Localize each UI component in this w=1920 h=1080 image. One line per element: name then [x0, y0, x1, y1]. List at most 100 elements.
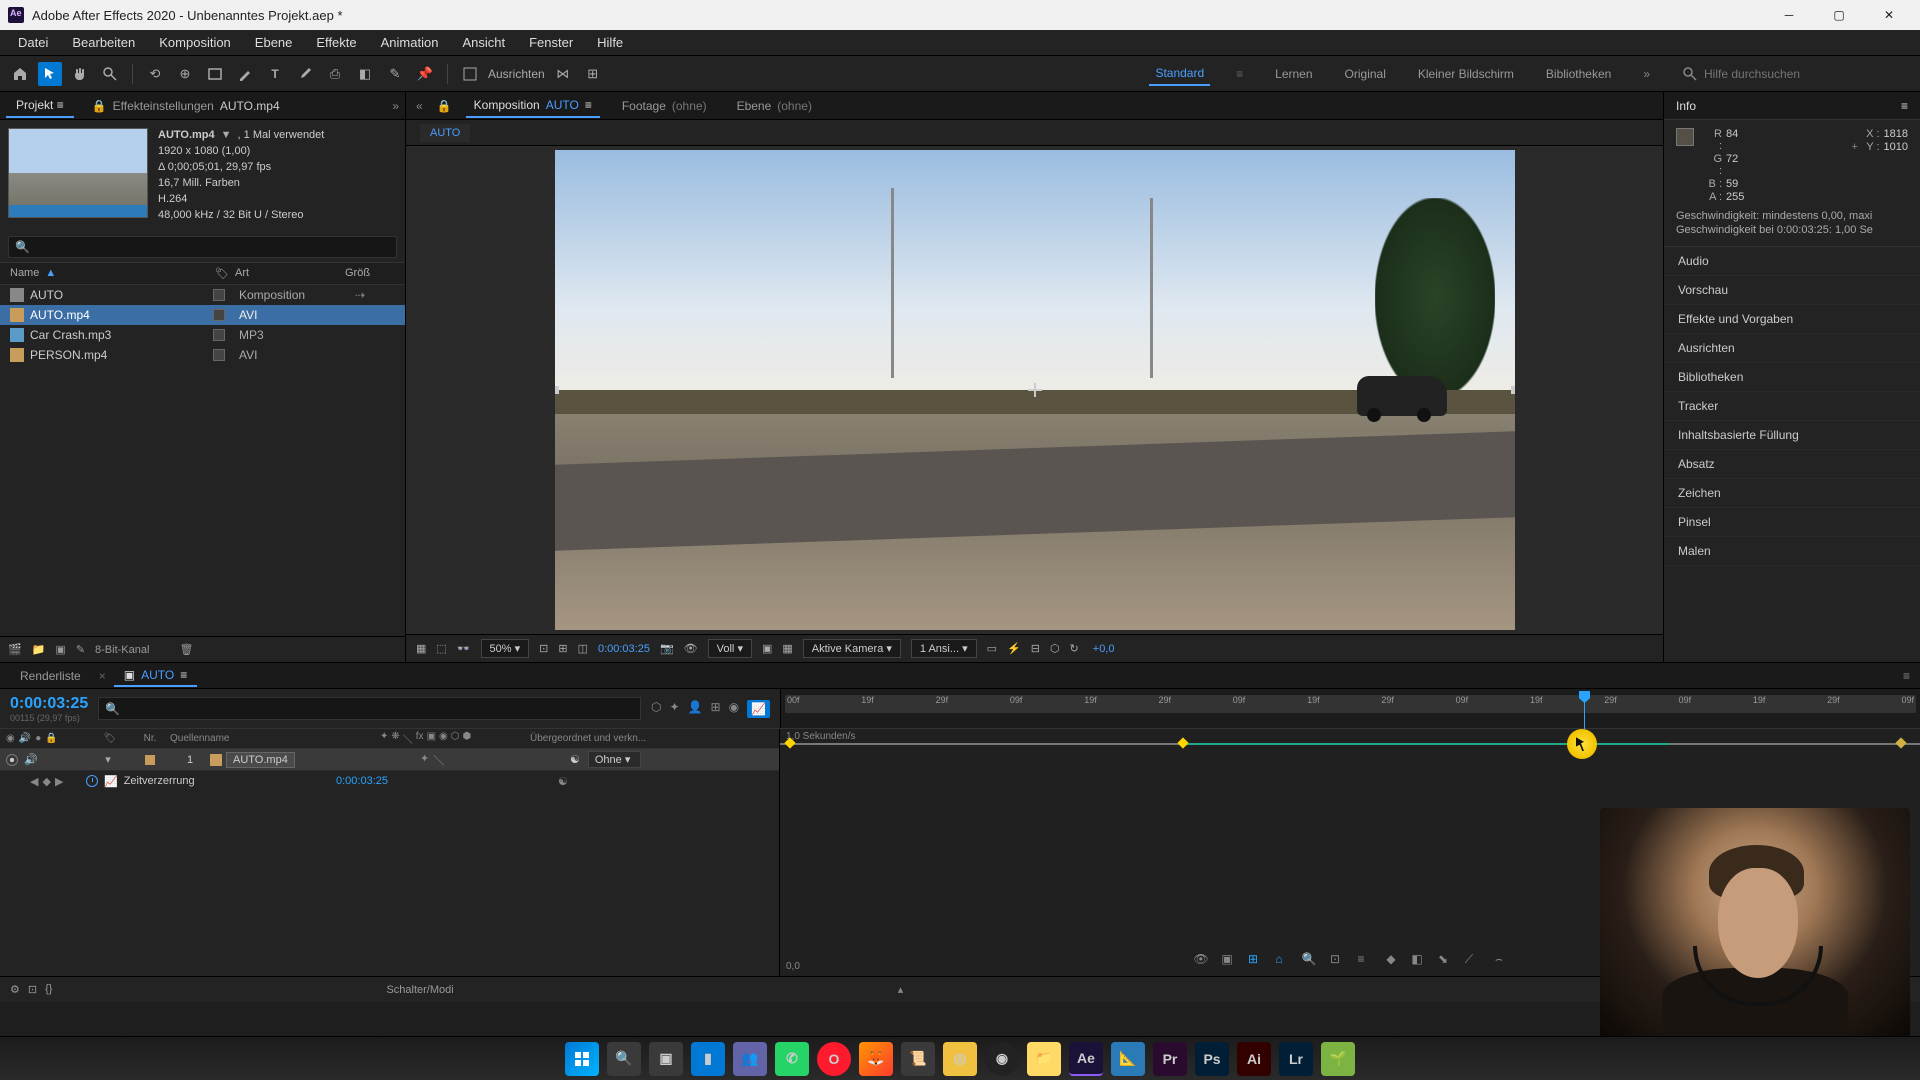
menu-bearbeiten[interactable]: Bearbeiten: [62, 32, 145, 53]
clone-tool[interactable]: ⎙: [323, 62, 347, 86]
layer-name[interactable]: AUTO.mp4: [226, 752, 295, 768]
parent-pickwhip[interactable]: ☯: [570, 753, 580, 766]
selection-tool[interactable]: [38, 62, 62, 86]
switches-modes-toggle[interactable]: Schalter/Modi: [386, 984, 453, 996]
transparency-grid-toggle[interactable]: ▦: [782, 642, 792, 655]
minimize-button[interactable]: ─: [1774, 8, 1804, 22]
comp-breadcrumb[interactable]: AUTO: [420, 124, 470, 142]
maximize-button[interactable]: ▢: [1824, 8, 1854, 22]
opera-button[interactable]: O: [817, 1042, 851, 1076]
convert-hold-button[interactable]: ◧: [1407, 950, 1427, 968]
info-tab[interactable]: Info: [1676, 99, 1696, 113]
add-keyframe-button[interactable]: ◆: [42, 775, 50, 788]
taskbar-app[interactable]: ◎: [943, 1042, 977, 1076]
project-item[interactable]: AUTO.mp4 AVI: [0, 305, 405, 325]
flowchart-button[interactable]: ⬡: [1050, 642, 1060, 655]
bit-depth[interactable]: 8-Bit-Kanal: [95, 644, 149, 656]
rect-tool[interactable]: [203, 62, 227, 86]
home-button[interactable]: [8, 62, 32, 86]
project-item[interactable]: Car Crash.mp3 MP3: [0, 325, 405, 345]
label-swatch[interactable]: [213, 349, 225, 361]
roto-tool[interactable]: ✎: [383, 62, 407, 86]
viewer-time[interactable]: 0:00:03:25: [598, 643, 650, 655]
workspace-overflow[interactable]: »: [1637, 63, 1656, 85]
menu-ebene[interactable]: Ebene: [245, 32, 303, 53]
premiere-button[interactable]: Pr: [1153, 1042, 1187, 1076]
zoom-dropdown[interactable]: 50% ▾: [481, 639, 530, 658]
anchor-point-icon[interactable]: [1028, 383, 1042, 397]
menu-animation[interactable]: Animation: [371, 32, 449, 53]
obs-button[interactable]: ◉: [985, 1042, 1019, 1076]
menu-effekte[interactable]: Effekte: [306, 32, 366, 53]
transparency-toggle[interactable]: ⬚: [436, 642, 446, 655]
panel-bibliotheken[interactable]: Bibliotheken: [1664, 363, 1920, 392]
composition-tab[interactable]: Komposition AUTO ≡: [466, 94, 600, 118]
pan-behind-tool[interactable]: ⊕: [173, 62, 197, 86]
resolution-dropdown[interactable]: Voll ▾: [708, 639, 752, 658]
panel-effekte[interactable]: Effekte und Vorgaben: [1664, 305, 1920, 334]
lightroom-button[interactable]: Lr: [1279, 1042, 1313, 1076]
new-folder-button[interactable]: 📁: [32, 643, 46, 656]
col-size[interactable]: Größ: [345, 267, 370, 279]
zoom-tool[interactable]: [98, 62, 122, 86]
exposure-value[interactable]: +0,0: [1093, 643, 1115, 655]
mask-toggle[interactable]: 👓: [457, 642, 471, 655]
fit-all-button[interactable]: ⊡: [1325, 950, 1345, 968]
timeline-search[interactable]: 🔍: [98, 697, 641, 720]
graph-options-button[interactable]: ▣: [1217, 950, 1237, 968]
panel-pinsel[interactable]: Pinsel: [1664, 508, 1920, 537]
panel-absatz[interactable]: Absatz: [1664, 450, 1920, 479]
snap-button[interactable]: ⊞: [1243, 950, 1263, 968]
guides-toggle[interactable]: ◫: [578, 642, 588, 655]
easy-ease-button[interactable]: ⌢: [1489, 950, 1509, 968]
search-button[interactable]: 🔍: [607, 1042, 641, 1076]
frame-blend-toggle[interactable]: ⊞: [711, 700, 721, 718]
eraser-tool[interactable]: ◧: [353, 62, 377, 86]
illustrator-button[interactable]: Ai: [1237, 1042, 1271, 1076]
workspace-original[interactable]: Original: [1339, 63, 1392, 85]
roi-toggle[interactable]: ▣: [762, 642, 772, 655]
hide-shy-toggle[interactable]: 👤: [688, 700, 703, 718]
grid-toggle[interactable]: ⊞: [558, 642, 567, 655]
switch-shy[interactable]: ✦: [420, 752, 429, 768]
convert-linear-button[interactable]: ⬊: [1433, 950, 1453, 968]
task-view-button[interactable]: ▣: [649, 1042, 683, 1076]
project-tab[interactable]: Projekt ≡: [6, 94, 74, 118]
timeline-ruler[interactable]: 00f19f29f09f 19f29f09f19f 29f09f19f29f 0…: [780, 689, 1920, 728]
taskbar-app[interactable]: 📐: [1111, 1042, 1145, 1076]
interpret-footage-button[interactable]: 🎬: [8, 643, 22, 656]
graph-editor-toggle[interactable]: 📈: [747, 700, 770, 718]
next-keyframe-button[interactable]: ▶: [55, 775, 63, 788]
effect-settings-tab[interactable]: 🔒 Effekteinstellungen AUTO.mp4: [82, 95, 290, 117]
keyframe[interactable]: [1896, 737, 1907, 748]
delete-button[interactable]: 🗑: [179, 643, 193, 656]
back-arrow[interactable]: «: [416, 99, 423, 113]
motion-blur-toggle[interactable]: ◉: [729, 700, 739, 718]
views-dropdown[interactable]: 1 Ansi... ▾: [911, 639, 977, 658]
panel-ausrichten[interactable]: Ausrichten: [1664, 334, 1920, 363]
project-item[interactable]: AUTO Komposition ⇢: [0, 285, 405, 305]
orbit-tool[interactable]: ⟲: [143, 62, 167, 86]
parent-dropdown[interactable]: Ohne ▾: [588, 751, 642, 768]
text-tool[interactable]: T: [263, 62, 287, 86]
brush-tool[interactable]: [293, 62, 317, 86]
zoom-out-icon[interactable]: ▴: [898, 983, 904, 996]
convert-bezier-button[interactable]: ⟋: [1459, 950, 1479, 968]
panel-overflow[interactable]: »: [392, 99, 399, 113]
footage-tab[interactable]: Footage (ohne): [614, 95, 715, 117]
start-button[interactable]: [565, 1042, 599, 1076]
label-swatch[interactable]: [213, 309, 225, 321]
menu-hilfe[interactable]: Hilfe: [587, 32, 633, 53]
render-queue-tab[interactable]: Renderliste: [10, 666, 91, 686]
separate-button[interactable]: ≡: [1351, 950, 1371, 968]
auto-zoom-button[interactable]: ⌂: [1269, 950, 1289, 968]
panel-audio[interactable]: Audio: [1664, 247, 1920, 276]
panel-menu[interactable]: ≡: [1903, 669, 1910, 683]
puppet-tool[interactable]: 📌: [413, 62, 437, 86]
explorer-button[interactable]: 📁: [1027, 1042, 1061, 1076]
audio-toggle[interactable]: 🔊: [24, 753, 38, 766]
menu-ansicht[interactable]: Ansicht: [452, 32, 515, 53]
layer-tab[interactable]: Ebene (ohne): [729, 95, 820, 117]
reset-exposure-button[interactable]: ↻: [1070, 642, 1079, 655]
new-comp-button[interactable]: ▣: [55, 643, 65, 656]
